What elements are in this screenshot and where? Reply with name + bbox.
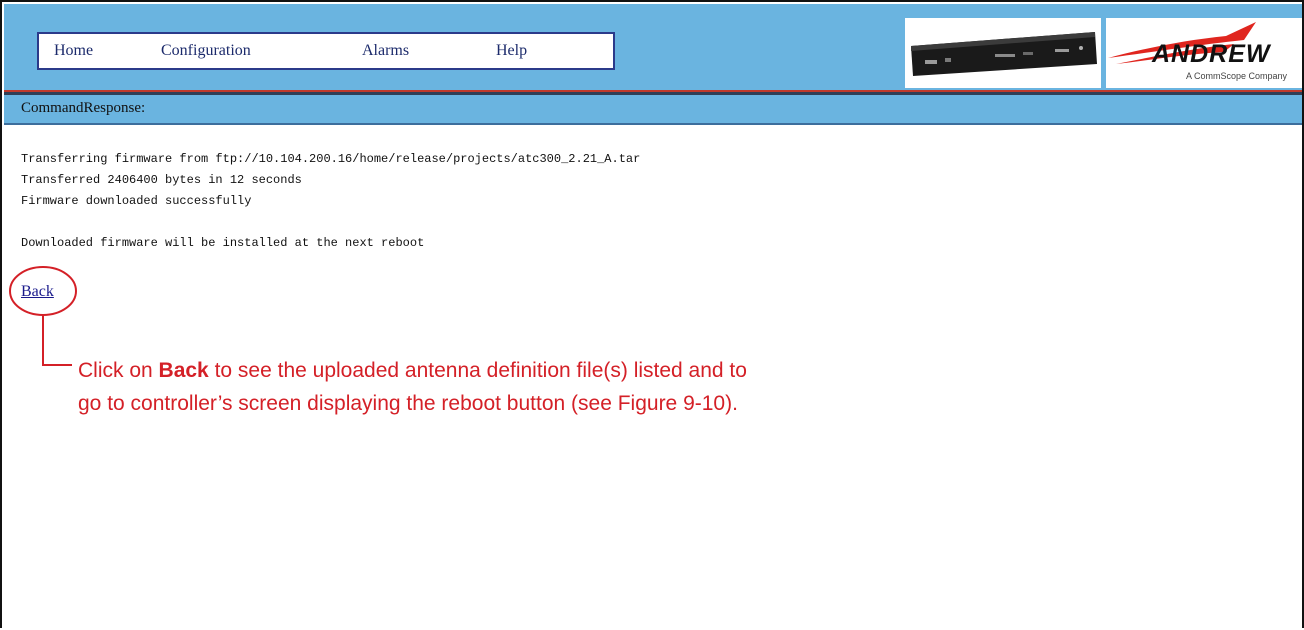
command-bar-underline (4, 123, 1302, 125)
nav-configuration[interactable]: Configuration (161, 42, 251, 60)
nav-help[interactable]: Help (496, 42, 527, 60)
back-link[interactable]: Back (21, 283, 54, 301)
device-image (905, 18, 1101, 88)
company-logo: ANDREW A CommScope Company (1106, 18, 1302, 88)
logo-tagline: A CommScope Company (1186, 71, 1288, 81)
main-nav: Home Configuration Alarms Help (37, 32, 615, 70)
callout-bold: Back (158, 359, 209, 382)
response-line: Downloaded firmware will be installed at… (21, 236, 425, 250)
browser-frame: Home Configuration Alarms Help ANDREW A … (0, 0, 1304, 628)
response-line: Transferring firmware from ftp://10.104.… (21, 152, 641, 166)
callout-text: Click on Back to see the uploaded antenn… (78, 354, 758, 420)
response-line: Firmware downloaded successfully (21, 194, 252, 208)
callout-prefix: Click on (78, 359, 159, 382)
callout-leader-line (42, 315, 72, 366)
rack-unit-icon (905, 18, 1101, 88)
response-line: Transferred 2406400 bytes in 12 seconds (21, 173, 302, 187)
header-bar: Home Configuration Alarms Help ANDREW A … (4, 4, 1302, 90)
command-response-label: CommandResponse: (21, 100, 146, 116)
nav-home[interactable]: Home (54, 42, 93, 60)
nav-alarms[interactable]: Alarms (362, 42, 409, 60)
command-response-bar: CommandResponse: (4, 95, 1302, 123)
logo-brand: ANDREW (1152, 40, 1271, 68)
